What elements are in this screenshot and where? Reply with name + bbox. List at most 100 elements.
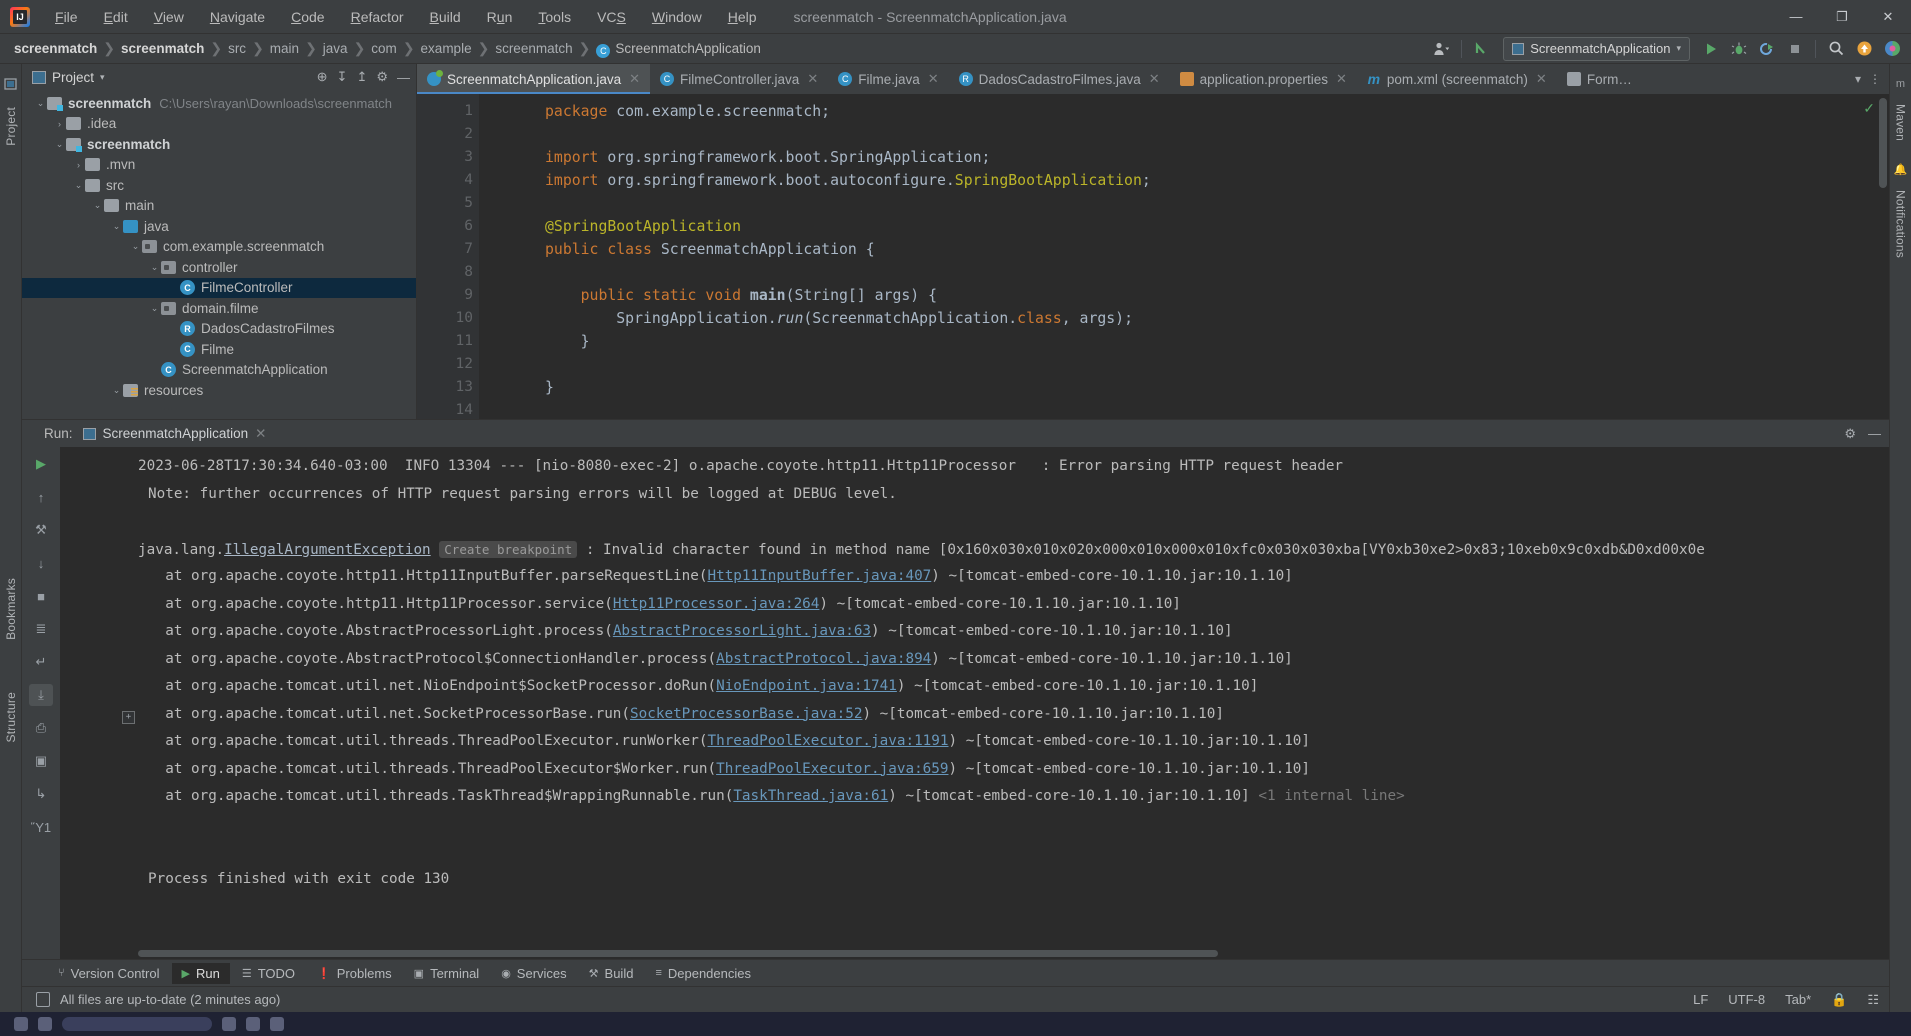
- update-available-icon[interactable]: [1851, 37, 1877, 61]
- tree-expand-chevron-icon[interactable]: ⌄: [110, 221, 123, 232]
- tree-expand-chevron-icon[interactable]: ⌄: [34, 98, 47, 109]
- bottom-tab-terminal[interactable]: ▣ Terminal: [404, 963, 490, 984]
- editor-tab-dadoscadastrofilmes-java[interactable]: R DadosCadastroFilmes.java ✕: [949, 64, 1170, 94]
- stop-icon[interactable]: ■: [29, 585, 53, 607]
- select-opened-file-icon[interactable]: ⊕: [317, 69, 328, 85]
- settings-gear-icon[interactable]: ⚙: [1844, 426, 1856, 442]
- run-play-icon[interactable]: [1698, 37, 1724, 61]
- breadcrumb-item-com[interactable]: com: [367, 39, 401, 58]
- settings-gear-icon[interactable]: ⚙: [376, 69, 388, 85]
- export-icon[interactable]: ↳: [29, 783, 53, 805]
- editor-tab-application-properties[interactable]: application.properties ✕: [1170, 64, 1357, 94]
- debug-bug-icon[interactable]: [1726, 37, 1752, 61]
- tree-node-resources[interactable]: ⌄ resources: [22, 380, 416, 401]
- sidebar-item-bookmarks[interactable]: Bookmarks: [4, 572, 18, 646]
- tree-expand-chevron-icon[interactable]: ⌄: [148, 262, 161, 273]
- inspections-ok-icon[interactable]: ✓: [1863, 100, 1875, 117]
- tree-node-filmecontroller[interactable]: C FilmeController: [22, 277, 416, 298]
- hide-icon[interactable]: —: [397, 70, 410, 85]
- tree-node-src[interactable]: ⌄ src: [22, 175, 416, 196]
- breadcrumb-item-src[interactable]: src: [224, 39, 250, 58]
- tree-node-domain-filme[interactable]: ⌄ domain.filme: [22, 298, 416, 319]
- tree-expand-chevron-icon[interactable]: ›: [53, 119, 66, 129]
- collapse-all-icon[interactable]: ↧: [337, 69, 348, 85]
- menu-vcs[interactable]: VCS: [584, 5, 639, 29]
- editor-tab-filme-java[interactable]: C Filme.java ✕: [828, 64, 948, 94]
- read-only-lock-icon[interactable]: 🔒: [1831, 992, 1847, 1008]
- camera-icon[interactable]: ▣: [29, 750, 53, 772]
- vcs-arrow-icon[interactable]: [1469, 37, 1495, 61]
- breadcrumb[interactable]: screenmatch ❯ screenmatch ❯ src ❯ main ❯ java ❯ co…: [10, 39, 765, 59]
- sidebar-item-notifications[interactable]: Notifications: [1894, 184, 1908, 264]
- sidebar-item-structure[interactable]: Structure: [4, 686, 18, 749]
- menu-build[interactable]: Build: [417, 5, 474, 29]
- rerun-icon[interactable]: ▶: [29, 453, 53, 475]
- run-tab[interactable]: ScreenmatchApplication ✕: [82, 426, 266, 442]
- notifications-bell-icon[interactable]: 🔔: [1894, 163, 1908, 176]
- menu-code[interactable]: Code: [278, 5, 337, 29]
- close-tab-icon[interactable]: ✕: [629, 71, 640, 87]
- breadcrumb-item-screenmatch[interactable]: screenmatch: [491, 39, 576, 58]
- project-tool-icon[interactable]: [4, 78, 17, 93]
- tree-node--mvn[interactable]: › .mvn: [22, 155, 416, 176]
- bottom-tab-version-control[interactable]: ⑂ Version Control: [48, 963, 170, 984]
- wrench-icon[interactable]: ⚒: [29, 519, 53, 541]
- tree-node-com-example-screenmatch[interactable]: ⌄ com.example.screenmatch: [22, 237, 416, 258]
- tree-node-screenmatchapplication[interactable]: C ScreenmatchApplication: [22, 360, 416, 381]
- breadcrumb-item-example[interactable]: example: [417, 39, 476, 58]
- console-horizontal-scrollbar[interactable]: [138, 950, 1218, 957]
- breadcrumb-item-screenmatch[interactable]: screenmatch: [10, 39, 101, 58]
- sidebar-item-project[interactable]: Project: [4, 101, 18, 152]
- run-configuration-selector[interactable]: ScreenmatchApplication ▾: [1503, 36, 1690, 61]
- menu-edit[interactable]: Edit: [91, 5, 141, 29]
- maven-icon[interactable]: m: [1896, 78, 1905, 90]
- tree-node-screenmatch[interactable]: ⌄ screenmatch C:\Users\rayan\Downloads\scr…: [22, 93, 416, 114]
- taskbar-icon[interactable]: [246, 1017, 260, 1031]
- taskbar-icon[interactable]: [38, 1017, 52, 1031]
- minimize-button[interactable]: —: [1773, 0, 1819, 34]
- menu-run[interactable]: Run: [474, 5, 526, 29]
- print-icon[interactable]: ⎙: [29, 717, 53, 739]
- stop-icon[interactable]: [1782, 37, 1808, 61]
- menu-help[interactable]: Help: [715, 5, 770, 29]
- taskbar-search[interactable]: [62, 1017, 212, 1031]
- editor-tab-form…[interactable]: Form…: [1557, 64, 1642, 94]
- tree-expand-chevron-icon[interactable]: ⌄: [91, 200, 104, 211]
- console-output[interactable]: 2023-06-28T17:30:34.640-03:00 INFO 13304…: [60, 447, 1889, 959]
- project-tree[interactable]: ⌄ screenmatch C:\Users\rayan\Downloads\scr…: [22, 90, 416, 419]
- breadcrumb-item-main[interactable]: main: [266, 39, 303, 58]
- breadcrumb-item-screenmatchapplication[interactable]: C ScreenmatchApplication: [592, 39, 765, 59]
- fold-marker[interactable]: +: [122, 711, 135, 724]
- tree-expand-chevron-icon[interactable]: ›: [72, 160, 85, 170]
- close-tab-icon[interactable]: ✕: [1336, 71, 1347, 87]
- filter-icon[interactable]: ≣: [29, 618, 53, 640]
- close-tab-icon[interactable]: ✕: [1149, 71, 1160, 87]
- taskbar-icon[interactable]: [222, 1017, 236, 1031]
- tree-expand-chevron-icon[interactable]: ⌄: [72, 180, 85, 191]
- inspections-widget-icon[interactable]: ☷: [1867, 992, 1879, 1008]
- tree-node-java[interactable]: ⌄ java: [22, 216, 416, 237]
- close-icon[interactable]: ✕: [255, 426, 266, 442]
- bottom-tab-todo[interactable]: ☰ TODO: [232, 963, 305, 984]
- tree-expand-chevron-icon[interactable]: ⌄: [129, 241, 142, 252]
- breadcrumb-item-java[interactable]: java: [319, 39, 352, 58]
- menu-navigate[interactable]: Navigate: [197, 5, 278, 29]
- close-tab-icon[interactable]: ✕: [1536, 71, 1547, 87]
- menu-refactor[interactable]: Refactor: [338, 5, 417, 29]
- chevron-down-icon[interactable]: ▾: [100, 72, 105, 83]
- scroll-down-icon[interactable]: ↓: [29, 552, 53, 574]
- tree-expand-chevron-icon[interactable]: ⌄: [53, 139, 66, 150]
- menu-view[interactable]: View: [141, 5, 197, 29]
- bottom-tab-build[interactable]: ⚒ Build: [579, 963, 644, 984]
- tree-node-screenmatch[interactable]: ⌄ screenmatch: [22, 134, 416, 155]
- soft-wrap-icon[interactable]: ↵: [29, 651, 53, 673]
- tree-expand-chevron-icon[interactable]: ⌄: [148, 303, 161, 314]
- code-editor[interactable]: 123▽4△567▶89▶▽1011△121314 package com.ex…: [417, 94, 1889, 419]
- sidebar-item-maven[interactable]: Maven: [1894, 98, 1908, 147]
- tree-node--idea[interactable]: › .idea: [22, 114, 416, 135]
- menu-file[interactable]: File: [42, 5, 91, 29]
- encoding-widget[interactable]: UTF-8: [1728, 992, 1765, 1007]
- maximize-button[interactable]: ❐: [1819, 0, 1865, 34]
- tree-expand-chevron-icon[interactable]: ⌄: [110, 385, 123, 396]
- close-tab-icon[interactable]: ✕: [807, 71, 818, 87]
